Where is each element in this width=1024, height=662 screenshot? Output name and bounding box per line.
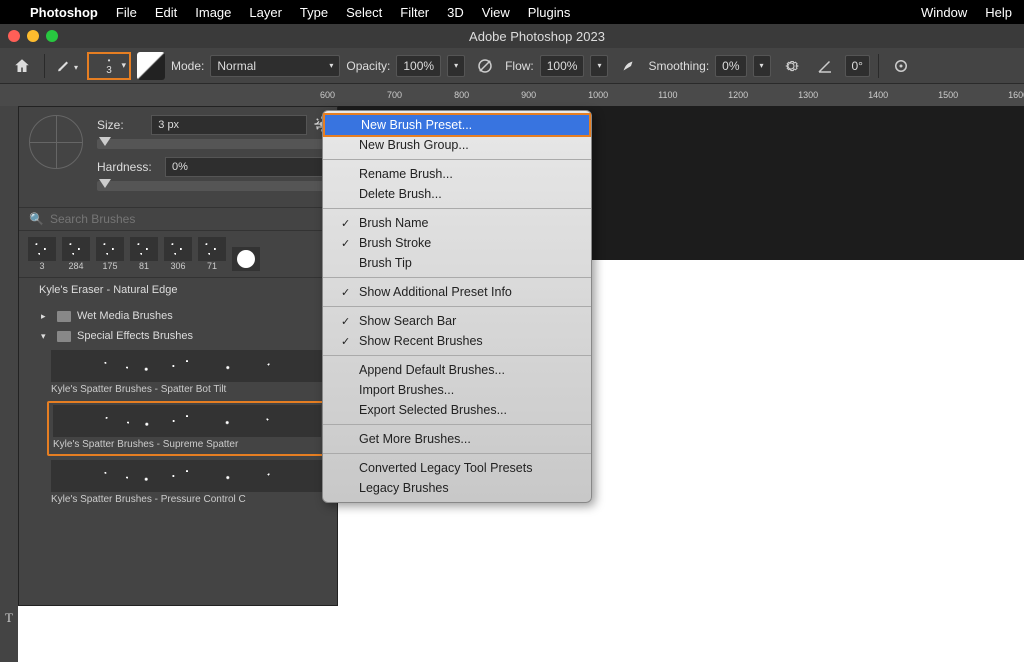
- menu-item[interactable]: Append Default Brushes...: [323, 360, 591, 380]
- home-icon[interactable]: [8, 52, 36, 80]
- options-bar: • 3 ▾ Mode: Normal▾ Opacity: 100% ▾ Flow…: [0, 48, 1024, 84]
- window-title: Adobe Photoshop 2023: [58, 29, 1016, 44]
- menu-view[interactable]: View: [482, 5, 510, 20]
- smoothing-label: Smoothing:: [648, 59, 709, 73]
- brush-folder[interactable]: ▾Special Effects Brushes: [19, 326, 337, 346]
- minimize-icon[interactable]: [27, 30, 39, 42]
- opacity-chevron[interactable]: ▾: [447, 55, 465, 77]
- search-input[interactable]: [50, 212, 327, 226]
- current-brush-title: Kyle's Eraser - Natural Edge: [19, 278, 337, 302]
- menu-filter[interactable]: Filter: [400, 5, 429, 20]
- size-label: Size:: [97, 118, 143, 132]
- flow-chevron[interactable]: ▾: [590, 55, 608, 77]
- brush-stroke-item[interactable]: Kyle's Spatter Brushes - Supreme Spatter: [47, 401, 327, 456]
- menu-item[interactable]: Rename Brush...: [323, 164, 591, 184]
- brush-preset-panel: Size: ⇋ Hardness: 🔍 32841758130671 Kyle'…: [18, 106, 338, 606]
- menu-file[interactable]: File: [116, 5, 137, 20]
- flow-input[interactable]: 100%: [540, 55, 585, 77]
- brush-panel-toggle-icon[interactable]: [137, 52, 165, 80]
- traffic-lights: [8, 30, 58, 42]
- pressure-size-icon[interactable]: [887, 52, 915, 80]
- menu-item[interactable]: New Brush Group...: [323, 135, 591, 155]
- zoom-icon[interactable]: [46, 30, 58, 42]
- menu-item[interactable]: ✓Show Recent Brushes: [323, 331, 591, 351]
- menu-help[interactable]: Help: [985, 5, 1012, 20]
- macos-menubar: Photoshop File Edit Image Layer Type Sel…: [0, 0, 1024, 24]
- brush-tool-icon[interactable]: [53, 52, 81, 80]
- menu-item[interactable]: ✓Brush Name: [323, 213, 591, 233]
- brush-preset-picker[interactable]: • 3 ▾: [87, 52, 131, 80]
- recent-brush-thumb[interactable]: [231, 247, 261, 271]
- menu-item[interactable]: Brush Tip: [323, 253, 591, 273]
- brush-folder[interactable]: ▸Wet Media Brushes: [19, 306, 337, 326]
- menu-select[interactable]: Select: [346, 5, 382, 20]
- search-icon: 🔍: [29, 212, 44, 226]
- opacity-input[interactable]: 100%: [396, 55, 441, 77]
- angle-input[interactable]: 0°: [845, 55, 870, 77]
- app-name[interactable]: Photoshop: [30, 5, 98, 20]
- gear-icon[interactable]: [777, 52, 805, 80]
- brush-preset-list[interactable]: ▸Wet Media Brushes▾Special Effects Brush…: [19, 302, 337, 582]
- tools-panel: T: [0, 106, 18, 662]
- menu-item[interactable]: ✓Brush Stroke: [323, 233, 591, 253]
- recent-brush-thumb[interactable]: 306: [163, 237, 193, 271]
- size-slider[interactable]: [97, 139, 327, 149]
- hardness-label: Hardness:: [97, 160, 157, 174]
- airbrush-icon[interactable]: [614, 52, 642, 80]
- menu-item[interactable]: ✓Show Search Bar: [323, 311, 591, 331]
- brush-tip-preview[interactable]: [29, 115, 83, 169]
- recent-brush-thumb[interactable]: 71: [197, 237, 227, 271]
- size-input[interactable]: [151, 115, 307, 135]
- pressure-opacity-icon[interactable]: [471, 52, 499, 80]
- menu-window[interactable]: Window: [921, 5, 967, 20]
- type-tool-icon[interactable]: T: [0, 606, 18, 630]
- hardness-input[interactable]: [165, 157, 327, 177]
- recent-brush-thumb[interactable]: 175: [95, 237, 125, 271]
- brush-search: 🔍: [19, 207, 337, 231]
- menu-item[interactable]: Delete Brush...: [323, 184, 591, 204]
- flow-label: Flow:: [505, 59, 534, 73]
- menu-plugins[interactable]: Plugins: [528, 5, 571, 20]
- close-icon[interactable]: [8, 30, 20, 42]
- menu-3d[interactable]: 3D: [447, 5, 464, 20]
- menu-item[interactable]: Export Selected Brushes...: [323, 400, 591, 420]
- menu-item[interactable]: Import Brushes...: [323, 380, 591, 400]
- hardness-slider[interactable]: [97, 181, 327, 191]
- angle-icon: [811, 52, 839, 80]
- brush-size-number: 3: [106, 65, 112, 76]
- opacity-label: Opacity:: [346, 59, 390, 73]
- menu-item[interactable]: New Brush Preset...: [323, 113, 591, 137]
- menu-item[interactable]: ✓Show Additional Preset Info: [323, 282, 591, 302]
- recent-brushes: 32841758130671: [19, 231, 337, 278]
- menu-edit[interactable]: Edit: [155, 5, 177, 20]
- menu-image[interactable]: Image: [195, 5, 231, 20]
- mode-label: Mode:: [171, 59, 204, 73]
- menu-type[interactable]: Type: [300, 5, 328, 20]
- recent-brush-thumb[interactable]: 81: [129, 237, 159, 271]
- brush-stroke-item[interactable]: Kyle's Spatter Brushes - Pressure Contro…: [47, 458, 327, 509]
- recent-brush-thumb[interactable]: 3: [27, 237, 57, 271]
- smoothing-chevron[interactable]: ▾: [753, 55, 771, 77]
- brush-panel-flyout-menu: New Brush Preset...New Brush Group... Ren…: [322, 110, 592, 503]
- horizontal-ruler: 6007008009001000110012001300140015001600…: [0, 84, 1024, 106]
- menu-layer[interactable]: Layer: [249, 5, 282, 20]
- mode-dropdown[interactable]: Normal▾: [210, 55, 340, 77]
- menu-item[interactable]: Converted Legacy Tool Presets: [323, 458, 591, 478]
- smoothing-input[interactable]: 0%: [715, 55, 746, 77]
- brush-stroke-item[interactable]: Kyle's Spatter Brushes - Spatter Bot Til…: [47, 348, 327, 399]
- recent-brush-thumb[interactable]: 284: [61, 237, 91, 271]
- menu-item[interactable]: Get More Brushes...: [323, 429, 591, 449]
- window-titlebar: Adobe Photoshop 2023: [0, 24, 1024, 48]
- menu-item[interactable]: Legacy Brushes: [323, 478, 591, 498]
